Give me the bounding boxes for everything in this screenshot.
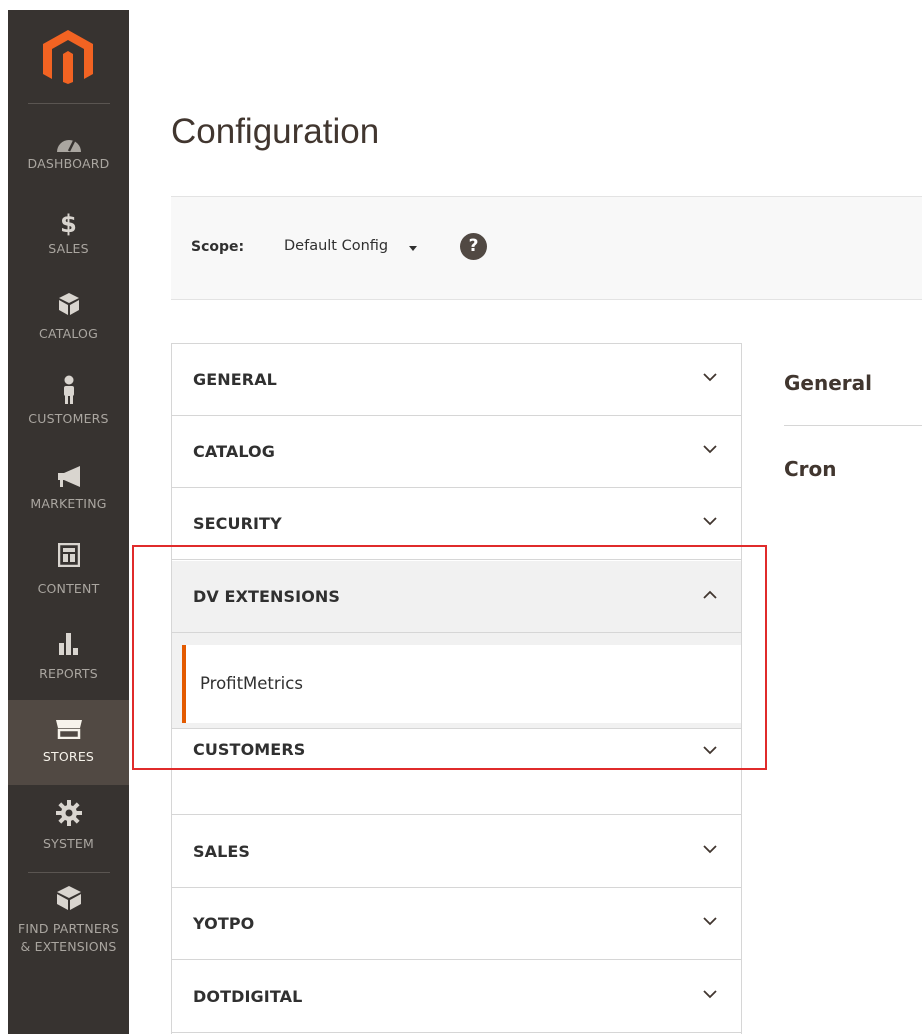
tab-label: GENERAL	[193, 370, 277, 389]
chevron-down-icon	[703, 373, 717, 382]
chevron-down-icon	[703, 917, 717, 926]
scope-bar: Scope: Default Config ?	[171, 196, 922, 300]
tab-catalog[interactable]: CATALOG	[172, 416, 741, 488]
magento-logo[interactable]	[8, 10, 129, 102]
sidebar-item-label-line2: & EXTENSIONS	[20, 939, 117, 954]
sidebar-item-dashboard[interactable]: DASHBOARD	[8, 118, 129, 202]
tab-yotpo[interactable]: YOTPO	[172, 888, 741, 960]
gear-icon	[8, 800, 129, 836]
chevron-down-icon	[703, 517, 717, 526]
page-title: Configuration	[171, 112, 380, 151]
sidebar-item-label: CONTENT	[37, 581, 100, 596]
tab-label: SALES	[193, 842, 251, 861]
blocks-icon	[8, 885, 129, 921]
caret-down-icon[interactable]	[409, 246, 417, 251]
sidebar-divider	[28, 872, 110, 873]
bar-chart-icon	[8, 632, 129, 668]
sidebar-item-catalog[interactable]: CATALOG	[8, 288, 129, 372]
chevron-down-icon	[703, 445, 717, 454]
highlight-box	[132, 545, 767, 770]
sidebar-divider	[28, 103, 110, 104]
sidebar-item-label: REPORTS	[39, 666, 98, 681]
sidebar-item-marketing[interactable]: MARKETING	[8, 458, 129, 542]
tab-general[interactable]: GENERAL	[172, 344, 741, 416]
tab-label: CATALOG	[193, 442, 275, 461]
tab-dotdigital[interactable]: DOTDIGITAL	[172, 961, 741, 1033]
tab-label: YOTPO	[193, 914, 255, 933]
sidebar-item-label: CATALOG	[39, 326, 98, 341]
section-cron[interactable]: Cron	[784, 457, 837, 481]
scope-dropdown[interactable]: Default Config	[284, 238, 388, 254]
sidebar-item-label: DASHBOARD	[27, 156, 110, 171]
tab-label: DOTDIGITAL	[193, 987, 303, 1006]
chevron-down-icon	[703, 845, 717, 854]
sidebar-item-stores[interactable]: STORES	[8, 700, 129, 785]
box-icon	[8, 292, 129, 328]
sidebar-item-system[interactable]: SYSTEM	[8, 798, 129, 882]
sidebar-item-label: CUSTOMERS	[28, 411, 109, 426]
sidebar-item-find-partners[interactable]: FIND PARTNERS & EXTENSIONS	[8, 883, 129, 973]
sidebar-item-label: SALES	[48, 241, 89, 256]
chevron-down-icon	[703, 990, 717, 999]
person-icon	[8, 375, 129, 411]
admin-sidebar: DASHBOARD $ SALES CATALOG CUSTOMERS MARK…	[8, 10, 129, 1034]
sidebar-item-label-line1: FIND PARTNERS	[18, 921, 119, 936]
section-general[interactable]: General	[784, 371, 872, 395]
help-icon[interactable]: ?	[460, 233, 487, 260]
sidebar-item-label: MARKETING	[30, 496, 107, 511]
section-divider	[784, 425, 922, 426]
tab-sales[interactable]: SALES	[172, 816, 741, 888]
scope-label: Scope:	[191, 239, 245, 255]
sidebar-item-label: STORES	[42, 749, 95, 764]
sidebar-item-content[interactable]: CONTENT	[8, 543, 129, 627]
sidebar-item-customers[interactable]: CUSTOMERS	[8, 373, 129, 457]
sidebar-item-label: SYSTEM	[42, 836, 95, 851]
layout-icon	[8, 543, 129, 579]
sidebar-item-sales[interactable]: $ SALES	[8, 203, 129, 287]
